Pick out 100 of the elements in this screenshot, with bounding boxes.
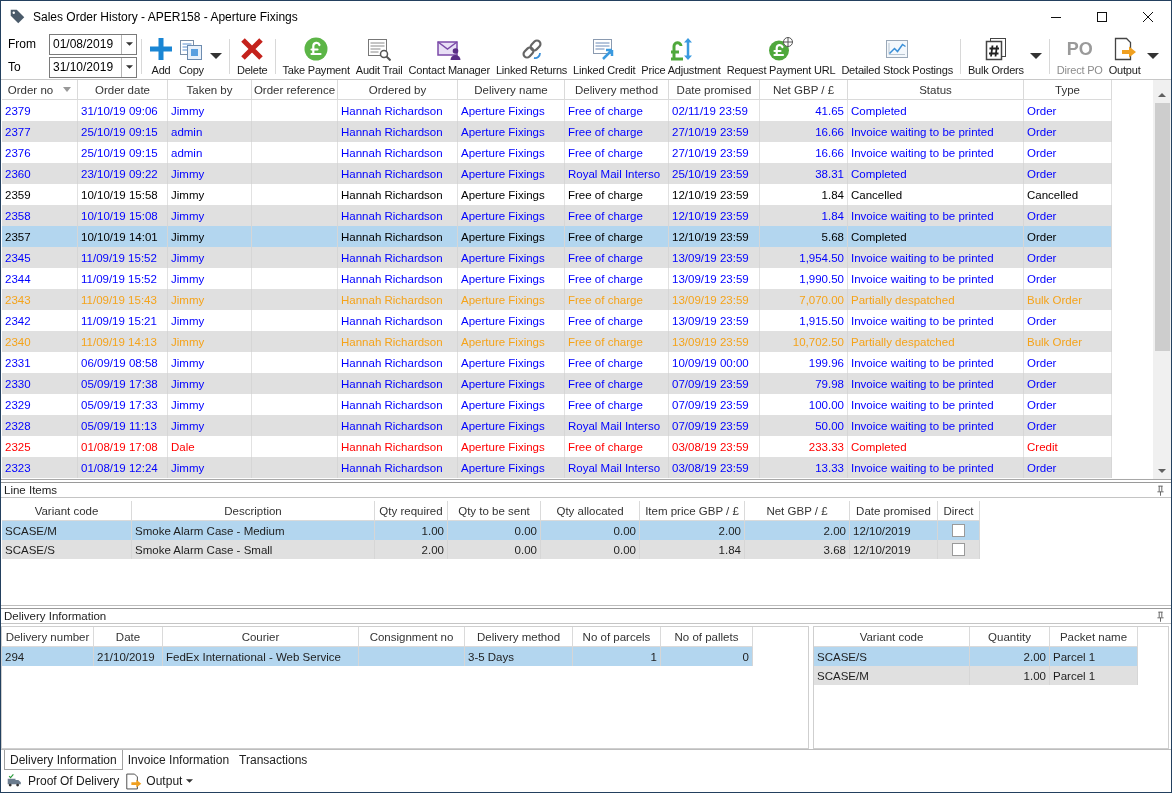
table-cell: Aperture Fixings bbox=[458, 331, 565, 352]
table-row[interactable]: 2345 11/09/19 15:52 Jimmy Hannah Richardson Aperture Fixings Free of charge 13/09/19 23:59 1,954.50 Invoice waiting to be printed Order bbox=[2, 247, 1112, 268]
date-field[interactable]: 01/08/2019 bbox=[49, 33, 137, 55]
toolbar-button[interactable]: Linked Credit bbox=[570, 32, 639, 79]
table-row[interactable]: SCASE/M Smoke Alarm Case - Medium 1.00 0.00 0.00 2.00 2.00 12/10/2019 bbox=[2, 521, 980, 540]
toolbar-button[interactable]: Output bbox=[123, 772, 196, 790]
table-cell: Bulk Order bbox=[1024, 331, 1112, 352]
table-cell: 23/10/19 09:22 bbox=[78, 163, 168, 184]
table-cell: 1 bbox=[573, 647, 661, 666]
table-row[interactable]: SCASE/S 2.00 Parcel 1 bbox=[814, 647, 1138, 666]
table-cell: Order bbox=[1024, 121, 1112, 142]
checkbox[interactable] bbox=[952, 543, 965, 556]
dropdown-button[interactable] bbox=[121, 34, 136, 54]
table-cell: Jimmy bbox=[168, 247, 252, 268]
table-cell: Order bbox=[1024, 415, 1112, 436]
document-export-icon bbox=[1112, 37, 1137, 61]
table-cell: 05/09/19 17:38 bbox=[78, 373, 168, 394]
dropdown-button[interactable] bbox=[121, 57, 136, 77]
table-row[interactable]: 2323 01/08/19 12:24 Jimmy Hannah Richardson Aperture Fixings Royal Mail Interso 03/08/19 23:59 13.33 Invoice waiting to be printed Order bbox=[2, 457, 1112, 478]
document-search-icon bbox=[367, 37, 392, 61]
table-cell: Hannah Richardson bbox=[338, 289, 458, 310]
table-cell: 2343 bbox=[2, 289, 78, 310]
table-cell: 11/09/19 14:13 bbox=[78, 331, 168, 352]
table-cell: Completed bbox=[848, 163, 1024, 184]
table-cell: 0.00 bbox=[448, 540, 541, 559]
table-cell: 7,070.00 bbox=[760, 289, 848, 310]
date-label: From bbox=[8, 37, 37, 51]
toolbar-button[interactable]: Take Payment bbox=[279, 32, 353, 79]
table-cell: Hannah Richardson bbox=[338, 331, 458, 352]
table-cell: 27/10/19 23:59 bbox=[669, 121, 760, 142]
toolbar-button[interactable]: Contact Manager bbox=[405, 32, 493, 79]
toolbar-button[interactable]: Copy bbox=[176, 32, 207, 79]
window-title: Sales Order History - APER158 - Aperture Fixings bbox=[33, 9, 298, 24]
column-header[interactable]: Delivery name bbox=[458, 80, 565, 100]
table-cell: 13.33 bbox=[760, 457, 848, 478]
maximize-icon bbox=[1097, 11, 1107, 22]
table-cell: 294 bbox=[2, 647, 94, 666]
scrollbar-thumb[interactable] bbox=[1154, 103, 1170, 351]
table-cell: 13/09/19 23:59 bbox=[669, 289, 760, 310]
toolbar-button[interactable]: Price Adjustment bbox=[638, 32, 724, 79]
table-cell: 1.00 bbox=[970, 666, 1050, 685]
table-row[interactable]: 2357 10/10/19 14:01 Jimmy Hannah Richardson Aperture Fixings Free of charge 12/10/19 23:59 5.68 Completed Order bbox=[2, 226, 1112, 247]
table-row[interactable]: 2360 23/10/19 09:22 Jimmy Hannah Richardson Aperture Fixings Royal Mail Interso 25/10/19 23:59 38.31 Completed Order bbox=[2, 163, 1112, 184]
table-cell: 79.98 bbox=[760, 373, 848, 394]
column-header[interactable]: Ordered by bbox=[338, 80, 458, 100]
table-cell: Royal Mail Interso bbox=[565, 415, 669, 436]
table-cell: Free of charge bbox=[565, 121, 669, 142]
tab[interactable]: Delivery Information bbox=[4, 750, 123, 770]
table-cell: 1,954.50 bbox=[760, 247, 848, 268]
table-row[interactable]: SCASE/S Smoke Alarm Case - Small 2.00 0.00 0.00 1.84 3.68 12/10/2019 bbox=[2, 540, 980, 559]
toolbar-button[interactable]: Detailed Stock Postings bbox=[838, 32, 956, 79]
toolbar-button[interactable]: Add bbox=[146, 32, 176, 79]
column-header[interactable]: Taken by bbox=[168, 80, 252, 100]
pin-icon[interactable] bbox=[1157, 610, 1164, 622]
scrollbar[interactable] bbox=[1153, 80, 1171, 479]
table-row[interactable]: 2330 05/09/19 17:38 Jimmy Hannah Richardson Aperture Fixings Free of charge 07/09/19 23:59 79.98 Invoice waiting to be printed Order bbox=[2, 373, 1112, 394]
toolbar-button[interactable]: Output bbox=[1105, 32, 1144, 79]
table-row[interactable]: 294 21/10/2019 FedEx International - Web Service 3-5 Days 1 0 bbox=[2, 647, 753, 666]
tag-icon bbox=[10, 9, 25, 24]
table-cell: 2.00 bbox=[375, 540, 448, 559]
table-cell: Free of charge bbox=[565, 247, 669, 268]
table-cell: 07/09/19 23:59 bbox=[669, 373, 760, 394]
caret-icon bbox=[1029, 52, 1042, 59]
table-cell: 03/08/19 23:59 bbox=[669, 457, 760, 478]
up-arrow-icon bbox=[1158, 92, 1166, 97]
table-cell: Hannah Richardson bbox=[338, 247, 458, 268]
table-cell: Hannah Richardson bbox=[338, 121, 458, 142]
table-row[interactable]: 2377 25/10/19 09:15 admin Hannah Richardson Aperture Fixings Free of charge 27/10/19 23:59 16.66 Invoice waiting to be printed Order bbox=[2, 121, 1112, 142]
table-cell: 10,702.50 bbox=[760, 331, 848, 352]
date-field[interactable]: 31/10/2019 bbox=[49, 56, 137, 78]
column-header[interactable]: Order no bbox=[2, 80, 78, 100]
toolbar-button[interactable]: Linked Returns bbox=[492, 32, 571, 79]
column-header[interactable]: Status bbox=[848, 80, 1024, 100]
checkbox[interactable] bbox=[952, 524, 965, 537]
toolbar-button[interactable]: Bulk Orders bbox=[964, 32, 1027, 79]
column-header[interactable]: Date promised bbox=[669, 80, 760, 100]
close-icon bbox=[1143, 11, 1153, 22]
pin-icon[interactable] bbox=[1157, 484, 1164, 496]
table-row[interactable]: 2358 10/10/19 15:08 Jimmy Hannah Richardson Aperture Fixings Free of charge 12/10/19 23:59 1.84 Invoice waiting to be printed Order bbox=[2, 205, 1112, 226]
caret-icon bbox=[1146, 52, 1159, 59]
toolbar-button[interactable]: Delete bbox=[233, 32, 271, 79]
tab[interactable]: Transactions bbox=[234, 750, 313, 770]
toolbar-button[interactable]: Request Payment URL bbox=[723, 32, 839, 79]
table-cell: 05/09/19 11:13 bbox=[78, 415, 168, 436]
table-cell: 2377 bbox=[2, 121, 78, 142]
column-header[interactable]: Order date bbox=[78, 80, 168, 100]
table-cell: Hannah Richardson bbox=[338, 163, 458, 184]
table-row[interactable]: SCASE/M 1.00 Parcel 1 bbox=[814, 666, 1138, 685]
table-cell: 3-5 Days bbox=[465, 647, 573, 666]
toolbar-button[interactable]: Audit Trail bbox=[352, 32, 406, 79]
tab[interactable]: Invoice Information bbox=[122, 750, 235, 770]
table-cell: Aperture Fixings bbox=[458, 121, 565, 142]
table-cell: Invoice waiting to be printed bbox=[848, 121, 1024, 142]
table-cell: 25/10/19 23:59 bbox=[669, 163, 760, 184]
column-header[interactable]: Delivery method bbox=[565, 80, 669, 100]
column-header[interactable]: Type bbox=[1024, 80, 1112, 100]
toolbar-button[interactable]: Proof Of Delivery bbox=[5, 772, 122, 790]
table-cell: Invoice waiting to be printed bbox=[848, 247, 1024, 268]
column-header[interactable]: Net GBP / £ bbox=[760, 80, 848, 100]
table-row[interactable]: 2328 05/09/19 11:13 Jimmy Hannah Richardson Aperture Fixings Royal Mail Interso 07/09/19 23:59 50.00 Invoice waiting to be printed Order bbox=[2, 415, 1112, 436]
